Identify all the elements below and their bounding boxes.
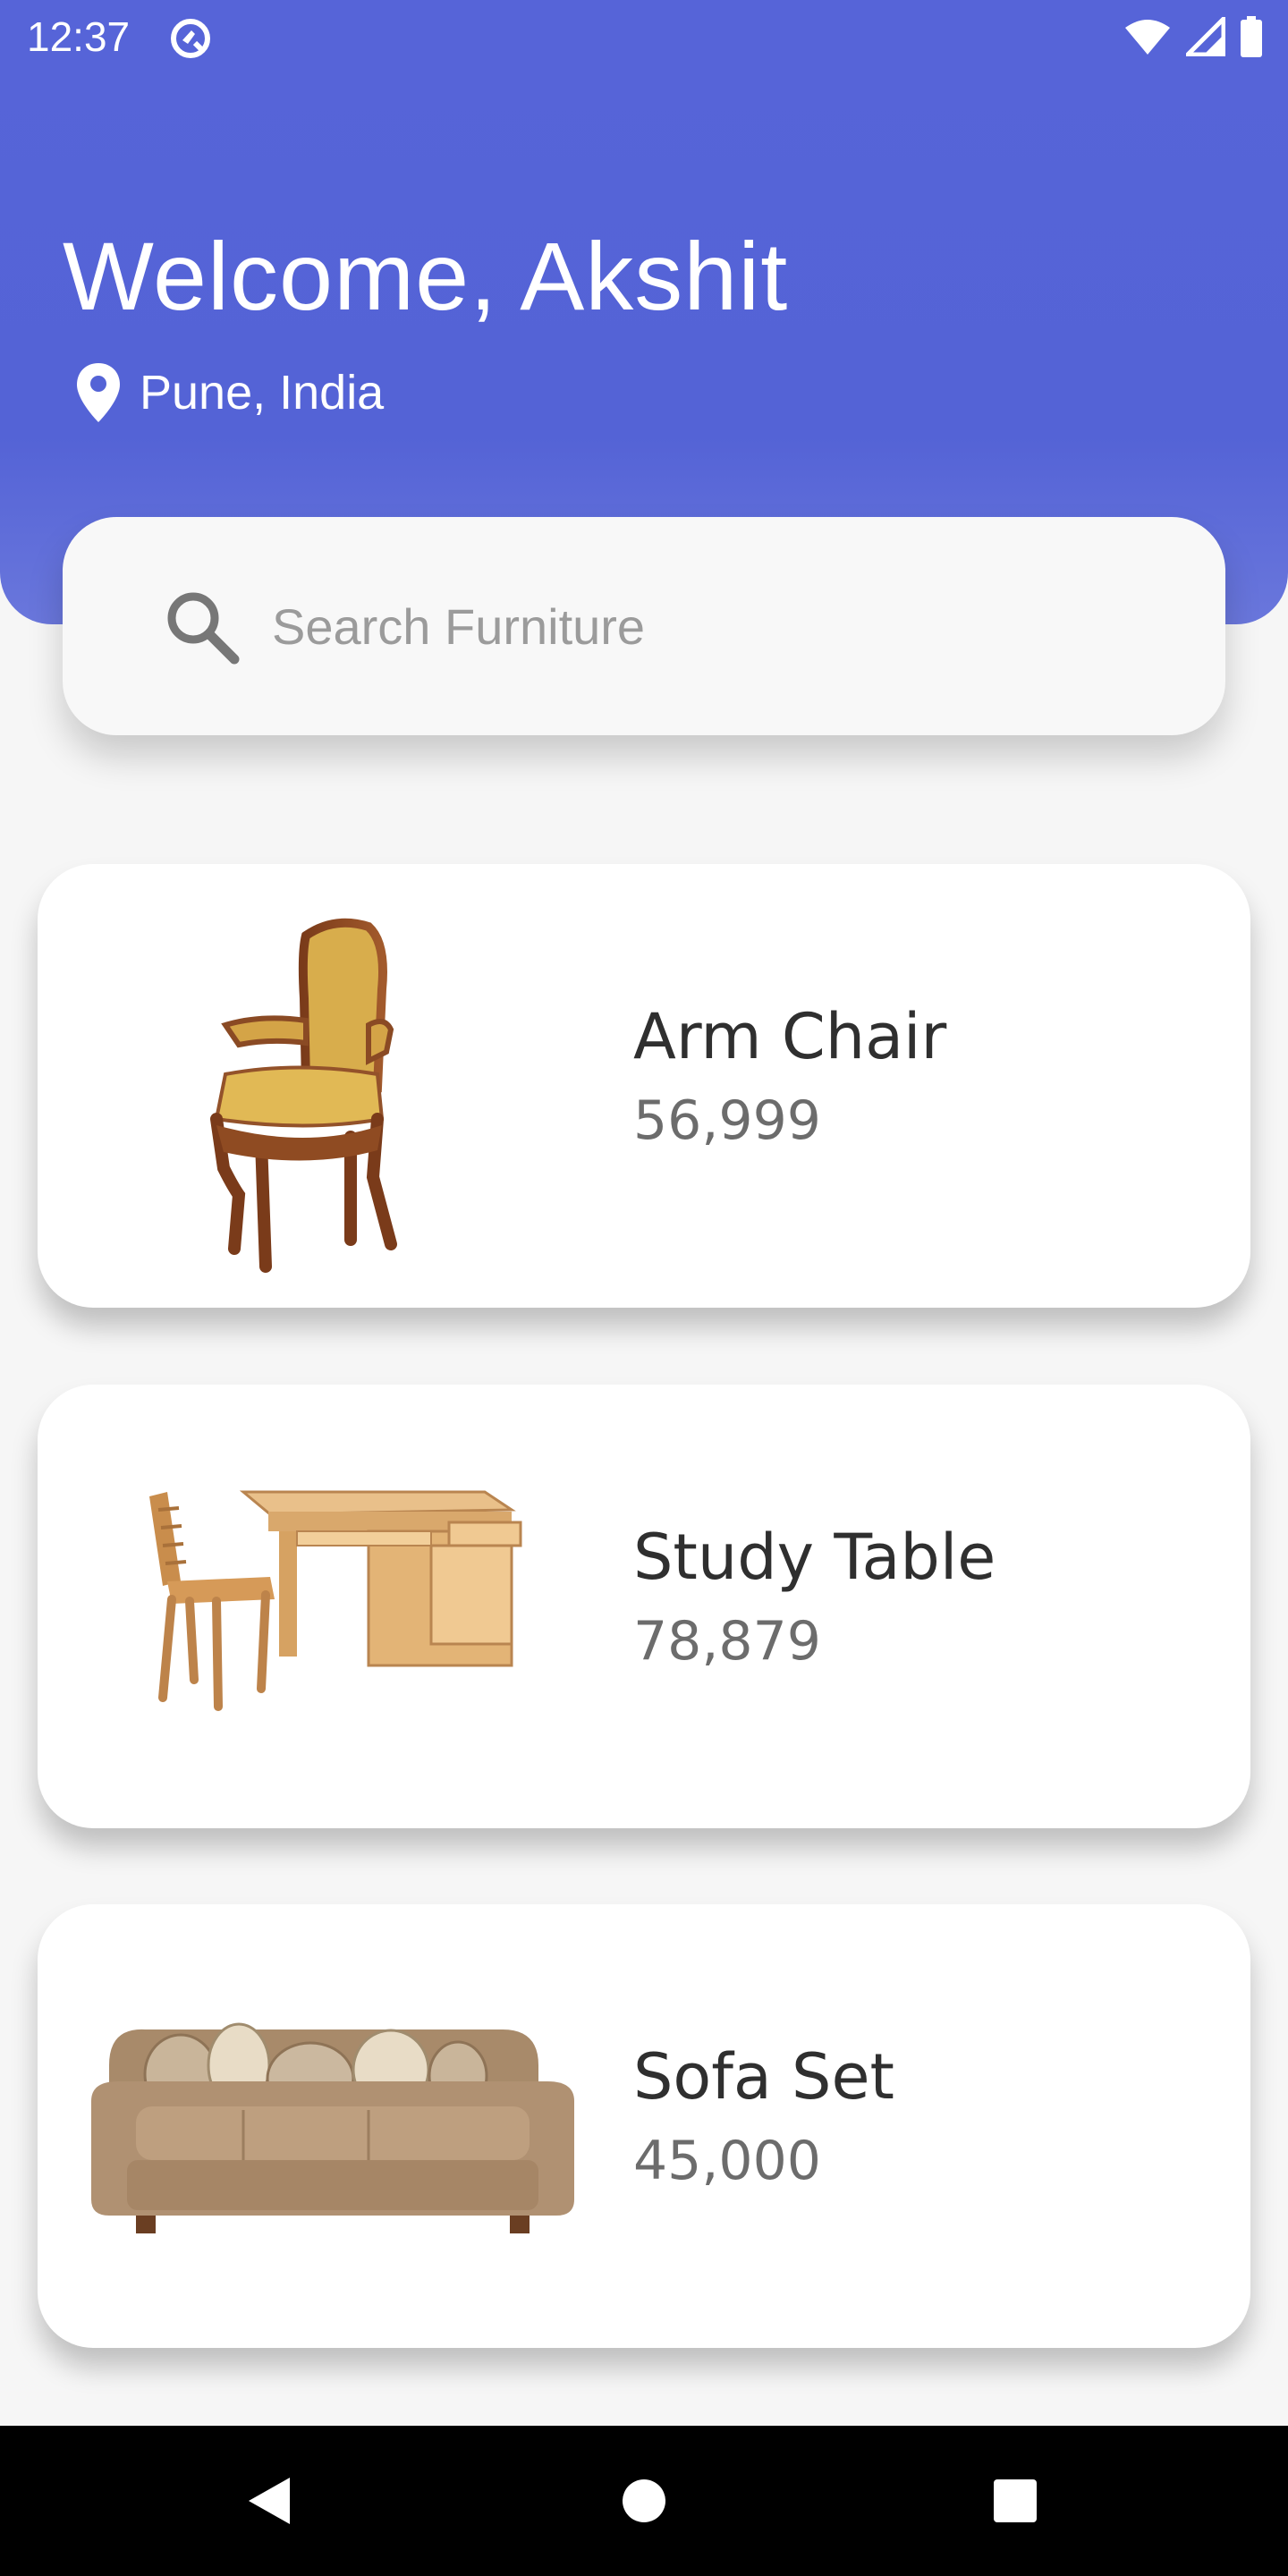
search-icon: [167, 592, 240, 665]
product-card-arm-chair[interactable]: Arm Chair 56,999: [38, 864, 1250, 1308]
location-row: Pune, India: [75, 361, 384, 424]
status-bar: 12:37: [0, 0, 1288, 75]
study-table-image: [149, 1490, 522, 1711]
product-card-sofa-set[interactable]: Sofa Set 45,000: [38, 1904, 1250, 2348]
arm-chair-image: [210, 918, 397, 1273]
back-button[interactable]: [215, 2426, 322, 2576]
product-price: 45,000: [633, 2130, 821, 2192]
search-bar[interactable]: [63, 517, 1225, 735]
product-name: Study Table: [633, 1521, 996, 1594]
app-notification-icon: [171, 19, 210, 58]
home-icon: [623, 2479, 665, 2522]
battery-icon: [1241, 16, 1262, 57]
status-time: 12:37: [27, 13, 131, 60]
back-icon: [249, 2478, 290, 2524]
signal-icon: [1186, 17, 1225, 56]
home-button[interactable]: [590, 2426, 698, 2576]
system-nav-bar: [0, 2426, 1288, 2576]
recents-icon: [994, 2479, 1037, 2522]
wifi-icon: [1125, 20, 1170, 55]
product-card-study-table[interactable]: Study Table 78,879: [38, 1385, 1250, 1828]
welcome-title: Welcome, Akshit: [63, 222, 789, 330]
product-name: Sofa Set: [633, 2040, 894, 2114]
product-name: Arm Chair: [633, 1000, 947, 1073]
product-price: 78,879: [633, 1610, 821, 1673]
location-label: Pune, India: [140, 366, 385, 419]
sofa-set-image: [91, 2022, 574, 2233]
recents-button[interactable]: [962, 2426, 1069, 2576]
location-pin-icon: [77, 363, 120, 422]
status-icons: [1123, 16, 1263, 57]
search-input[interactable]: [272, 597, 1077, 656]
product-price: 56,999: [633, 1089, 821, 1152]
